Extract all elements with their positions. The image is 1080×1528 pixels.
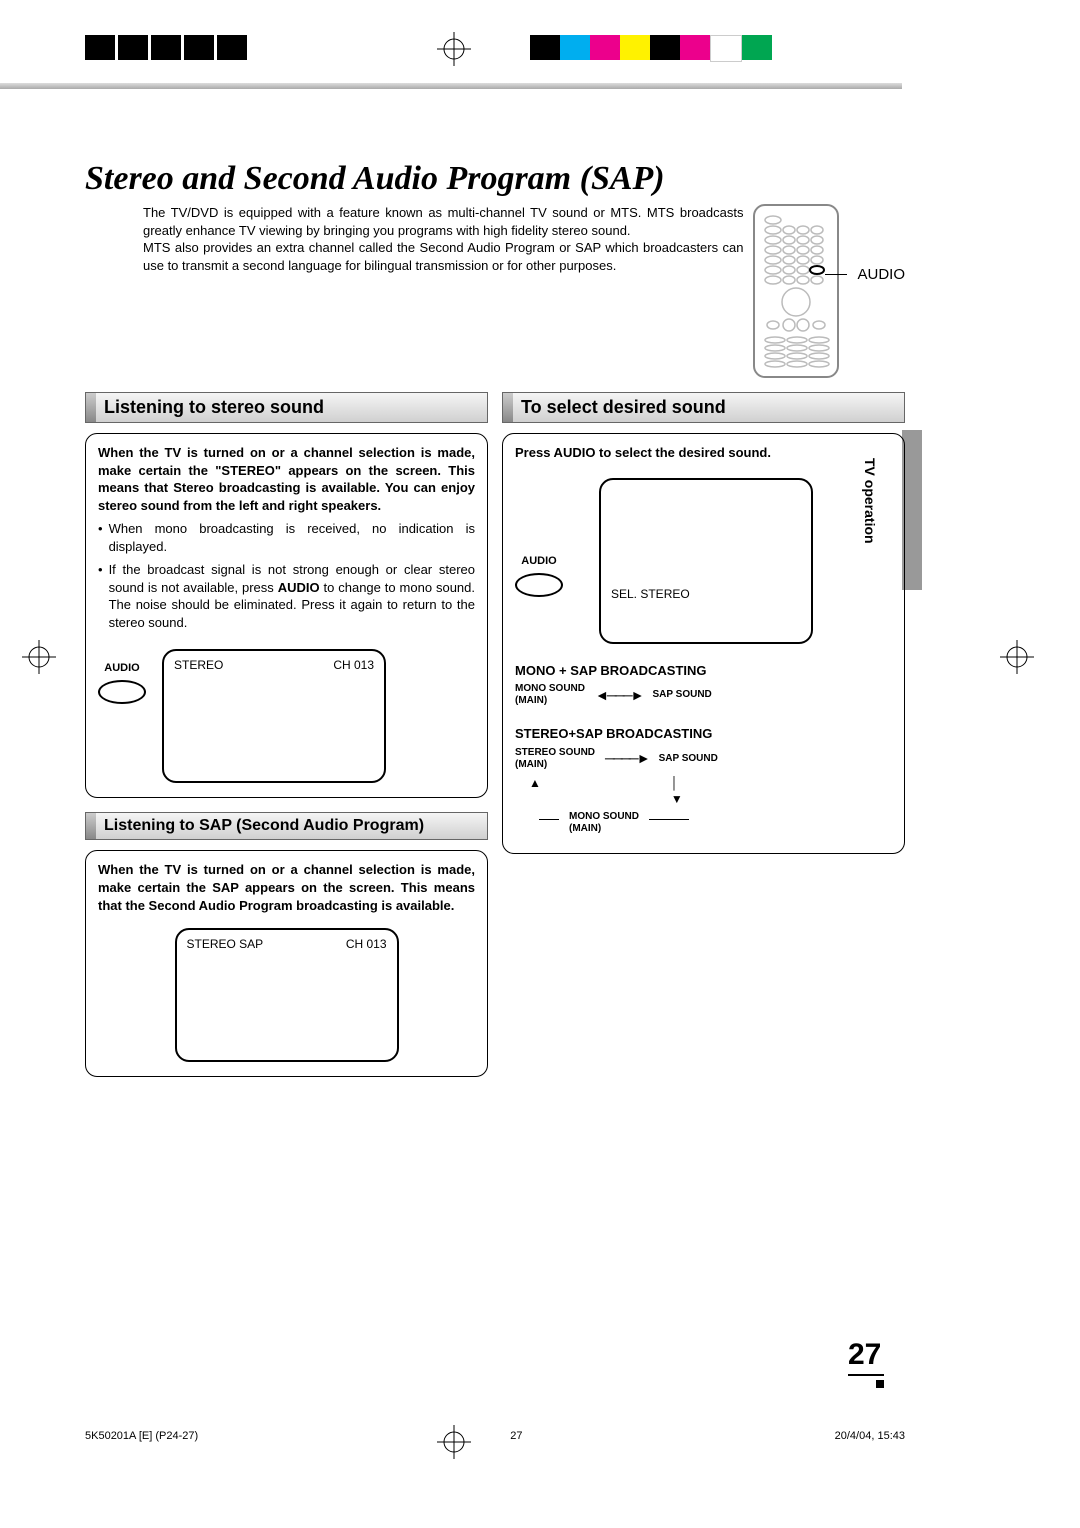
- registration-crosshair-bottom: [437, 1425, 471, 1462]
- content-area: Stereo and Second Audio Program (SAP) Th…: [85, 160, 905, 1077]
- screen-left: STEREO SAP: [187, 936, 264, 952]
- page-number: 27: [848, 1338, 884, 1388]
- stereo-bullet-1: • When mono broadcasting is received, no…: [98, 520, 475, 555]
- audio-button-label: AUDIO: [515, 554, 563, 569]
- select-instruction: Press AUDIO to select the desired sound.: [515, 444, 892, 462]
- left-column: Listening to stereo sound When the TV is…: [85, 392, 488, 1077]
- section-heading-stereo: Listening to stereo sound: [85, 392, 488, 423]
- registration-crosshair-left: [22, 640, 56, 677]
- diagram-title: STEREO+SAP BROADCASTING: [515, 725, 892, 743]
- callout-line: [825, 274, 847, 275]
- arrow-up-icon: ▲: [529, 775, 541, 807]
- screen-text: SEL. STEREO: [611, 586, 801, 602]
- right-column: To select desired sound Press AUDIO to s…: [502, 392, 905, 854]
- flow-box-sap: SAP SOUND: [659, 753, 718, 765]
- audio-btn-row: AUDIO STEREO CH 013: [98, 649, 475, 783]
- flow-box-stereo: STEREO SOUND (MAIN): [515, 747, 595, 771]
- tv-screen-stereo: STEREO CH 013: [162, 649, 386, 783]
- tv-screen-sap: STEREO SAP CH 013: [175, 928, 399, 1062]
- audio-button-label: AUDIO: [98, 661, 146, 676]
- section-heading-sap: Listening to SAP (Second Audio Program): [85, 812, 488, 840]
- ellipse-button-icon: [98, 680, 146, 704]
- registration-crosshair-right: [1000, 640, 1034, 677]
- tv-screen-select: SEL. STEREO: [599, 478, 813, 644]
- columns: Listening to stereo sound When the TV is…: [85, 392, 905, 1077]
- connector-line: [649, 819, 689, 820]
- black-swatches: [85, 35, 250, 60]
- footer-left: 5K50201A [E] (P24-27): [85, 1430, 198, 1442]
- bullet-text: If the broadcast signal is not strong en…: [109, 561, 475, 631]
- remote-audio-label: AUDIO: [857, 266, 905, 283]
- arrow-down-icon: │▼: [671, 775, 683, 807]
- diagram-mono-sap: MONO + SAP BROADCASTING MONO SOUND (MAIN…: [515, 662, 892, 708]
- page: TV operation Stereo and Second Audio Pro…: [0, 0, 1080, 1528]
- stereo-bold-intro: When the TV is turned on or a channel se…: [98, 444, 475, 514]
- ellipse-button-icon: [515, 573, 563, 597]
- intro-row: The TV/DVD is equipped with a feature kn…: [85, 204, 905, 378]
- screen-right: CH 013: [346, 936, 387, 952]
- registration-marks-top: [0, 35, 1080, 90]
- arrow-row: ▲ │▼: [529, 775, 892, 807]
- thumb-tab-block: [902, 430, 922, 590]
- footer-right: 20/4/04, 15:43: [835, 1430, 905, 1442]
- page-title: Stereo and Second Audio Program (SAP): [85, 160, 905, 198]
- arrow-icon: ◄───►: [595, 686, 642, 705]
- intro-text: The TV/DVD is equipped with a feature kn…: [85, 204, 753, 274]
- footer: 5K50201A [E] (P24-27) 27 20/4/04, 15:43: [85, 1430, 905, 1442]
- section-heading-select: To select desired sound: [502, 392, 905, 423]
- bullet-text: When mono broadcasting is received, no i…: [109, 520, 475, 555]
- screen-right: CH 013: [333, 657, 374, 673]
- section-body-select: Press AUDIO to select the desired sound.…: [502, 433, 905, 854]
- color-swatches: [530, 35, 772, 62]
- diagram-title: MONO + SAP BROADCASTING: [515, 662, 892, 680]
- remote-icon: [753, 204, 839, 378]
- heading-label: Listening to SAP (Second Audio Program): [96, 813, 487, 839]
- connector-line: [539, 819, 559, 820]
- audio-button-graphic: AUDIO: [98, 661, 146, 704]
- flow-box-mono: MONO SOUND (MAIN): [569, 811, 639, 835]
- bullet2-btn: AUDIO: [278, 580, 320, 595]
- registration-crosshair-top: [437, 32, 471, 69]
- flow-box-sap: SAP SOUND: [652, 689, 711, 701]
- audio-button-graphic: AUDIO: [515, 554, 563, 597]
- remote-wrap: [753, 204, 847, 378]
- stereo-bullet-2: • If the broadcast signal is not strong …: [98, 561, 475, 631]
- heading-label: To select desired sound: [513, 393, 904, 422]
- diagram-stereo-sap: STEREO+SAP BROADCASTING STEREO SOUND (MA…: [515, 725, 892, 835]
- footer-center: 27: [510, 1430, 522, 1442]
- sap-bold-intro: When the TV is turned on or a channel se…: [98, 861, 475, 914]
- section-body-sap: When the TV is turned on or a channel se…: [85, 850, 488, 1077]
- page-number-text: 27: [848, 1338, 881, 1371]
- heading-label: Listening to stereo sound: [96, 393, 487, 422]
- remote-buttons-icon: [759, 210, 833, 372]
- flow-box-mono: MONO SOUND (MAIN): [515, 683, 585, 707]
- section-body-stereo: When the TV is turned on or a channel se…: [85, 433, 488, 798]
- header-bar: [0, 83, 902, 89]
- arrow-icon: ────►: [605, 749, 649, 768]
- screen-left: STEREO: [174, 657, 223, 673]
